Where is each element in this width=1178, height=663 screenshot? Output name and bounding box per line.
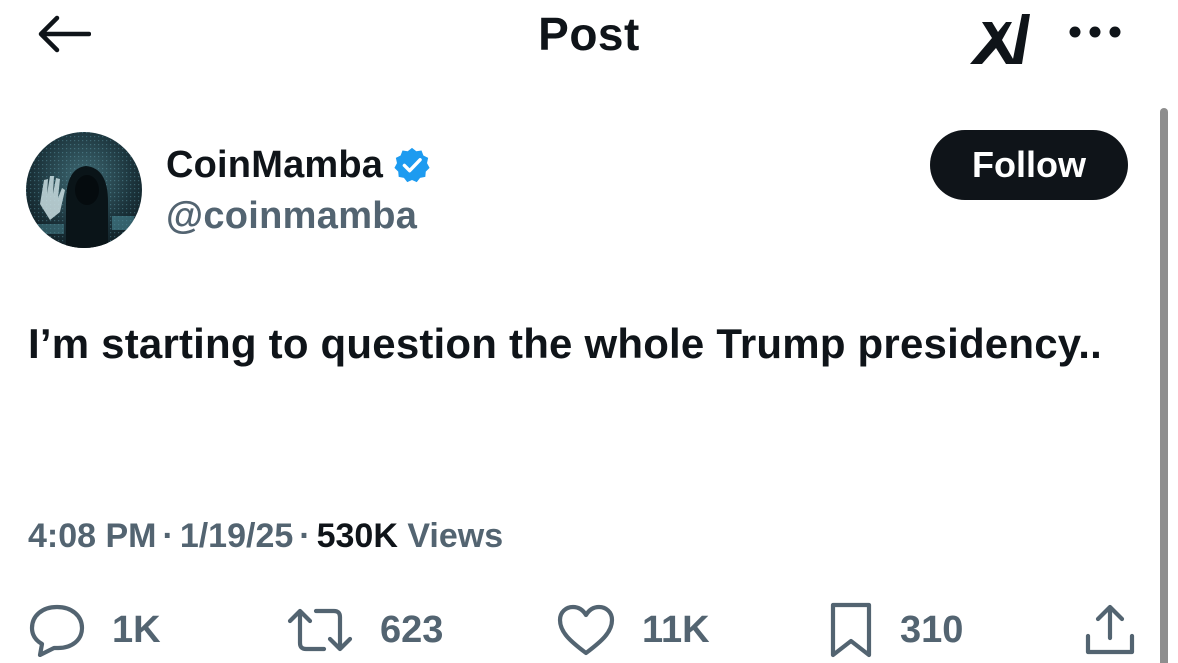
- author-handle[interactable]: @coinmamba: [166, 192, 417, 240]
- grok-button[interactable]: [964, 8, 1036, 68]
- meta-separator: ·: [162, 517, 174, 555]
- like-button[interactable]: 11K: [556, 598, 710, 662]
- author-name[interactable]: CoinMamba: [166, 140, 431, 190]
- repost-button[interactable]: 623: [286, 598, 443, 662]
- follow-button[interactable]: Follow: [930, 130, 1128, 200]
- post-text: I’m starting to question the whole Trump…: [28, 320, 1102, 367]
- repost-icon: [287, 608, 353, 652]
- share-button[interactable]: [1082, 598, 1138, 662]
- meta-separator: ·: [299, 517, 311, 555]
- heart-icon: [557, 604, 615, 656]
- bookmark-count: 310: [900, 609, 964, 651]
- grok-icon: [970, 14, 1030, 64]
- verified-badge-icon: [394, 147, 430, 183]
- avatar-image: [26, 132, 142, 248]
- scrollbar[interactable]: [1160, 108, 1168, 663]
- share-icon: [1085, 604, 1135, 655]
- post-date[interactable]: 1/19/25: [180, 517, 293, 555]
- more-horizontal-icon: [1069, 26, 1121, 38]
- views-label: Views: [407, 517, 504, 555]
- post-meta: 4:08 PM · 1/19/25 · 530K Views: [28, 512, 503, 560]
- post-time[interactable]: 4:08 PM: [28, 517, 157, 555]
- display-name: CoinMamba: [166, 144, 384, 186]
- repost-count: 623: [380, 609, 444, 651]
- reply-icon: [29, 604, 85, 657]
- post-detail-screen: Post CoinMamba @coinmamba Follow I’m sta…: [0, 0, 1178, 663]
- like-count: 11K: [642, 609, 710, 651]
- more-options-button[interactable]: [1060, 14, 1130, 50]
- avatar[interactable]: [26, 132, 142, 248]
- bookmark-button[interactable]: 310: [828, 598, 963, 662]
- reply-button[interactable]: 1K: [28, 598, 161, 662]
- views-count[interactable]: 530K: [317, 517, 398, 555]
- reply-count: 1K: [112, 609, 161, 651]
- bookmark-icon: [830, 602, 872, 658]
